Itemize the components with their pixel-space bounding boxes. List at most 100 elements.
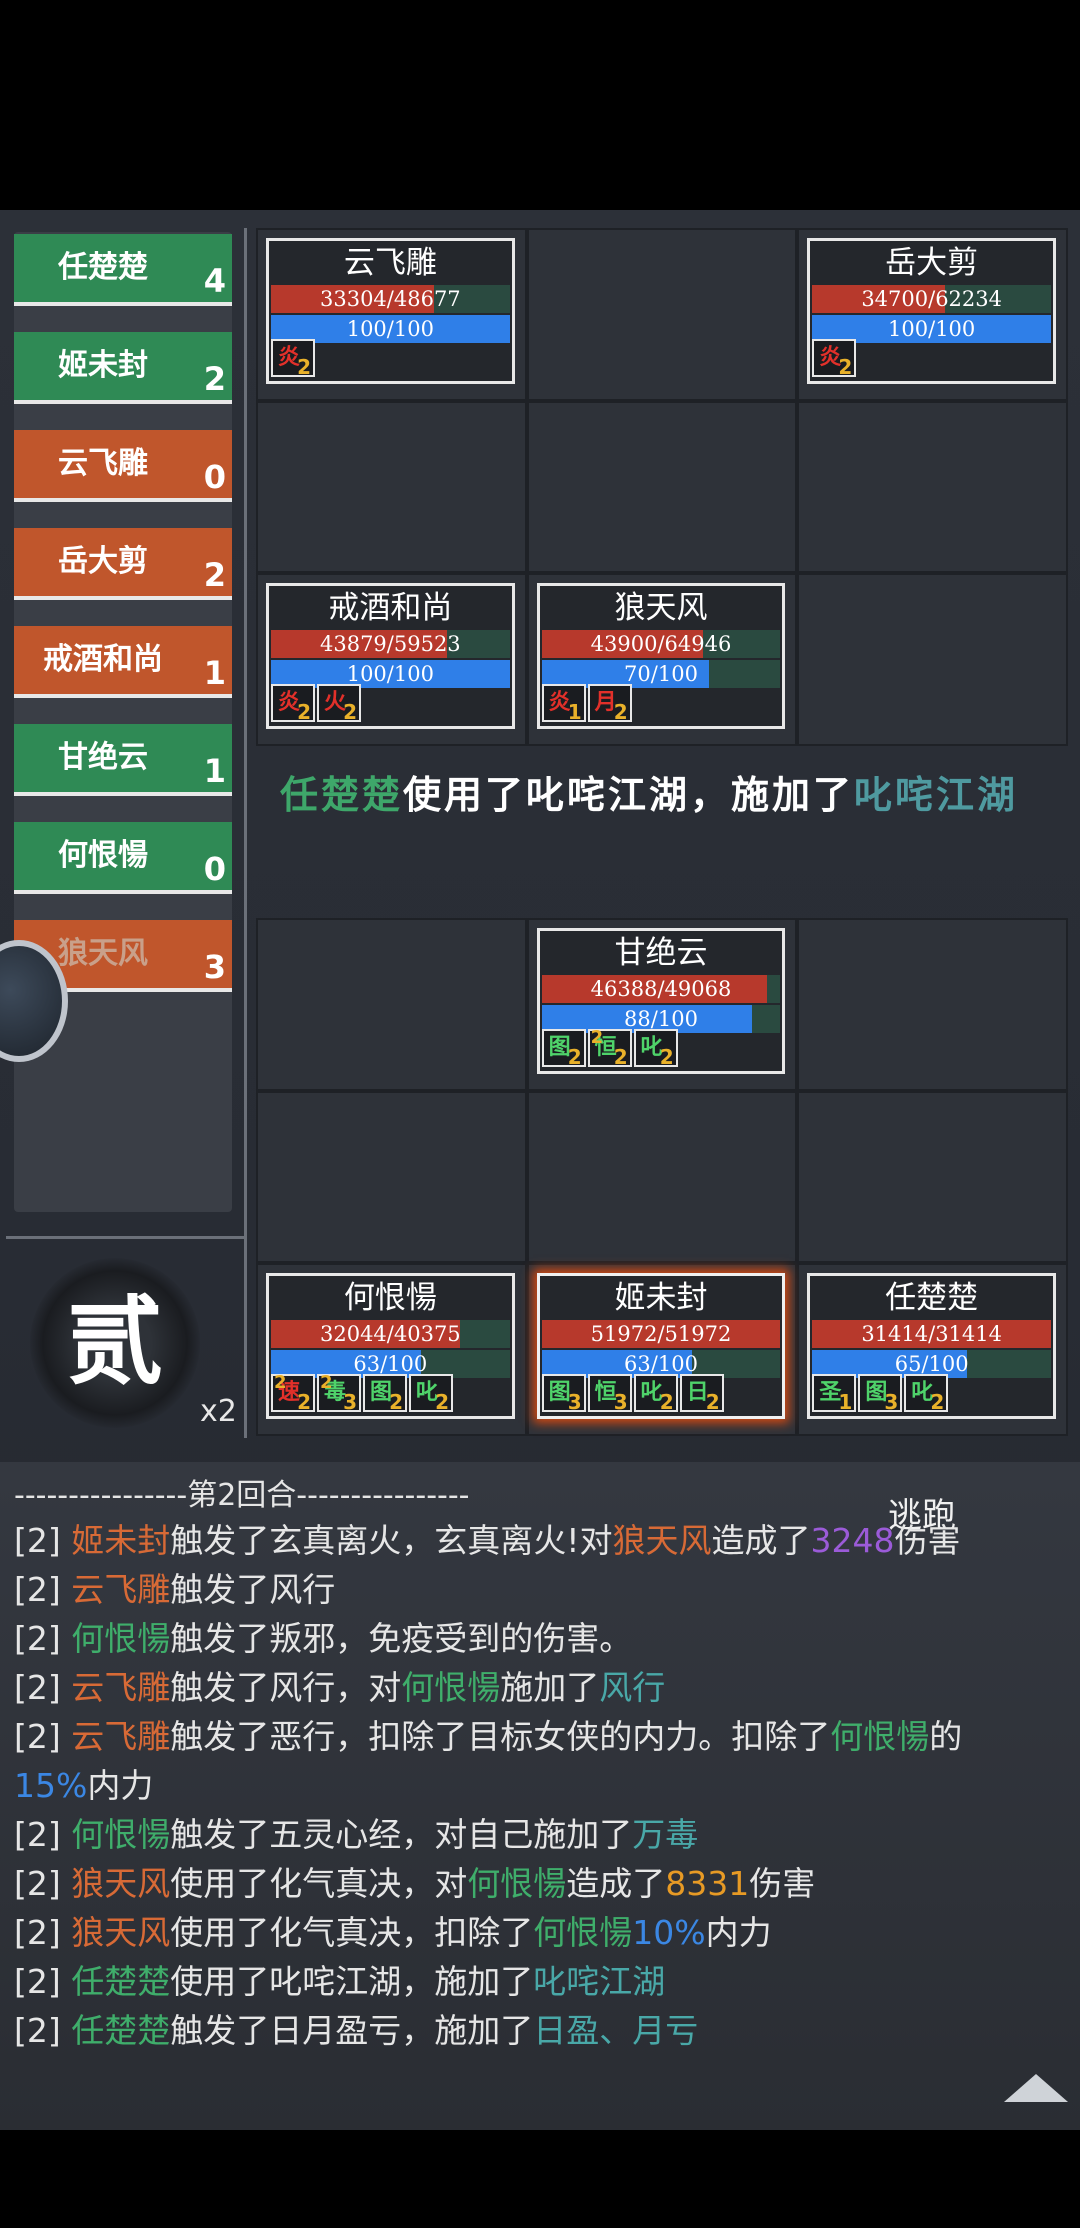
log-segment: 使用了化气真决，对 — [170, 1864, 468, 1903]
formation-slot[interactable]: 岳大剪 34700/62234 100/100 炎 2 — [799, 230, 1066, 399]
battle-speed-button[interactable]: x2 — [200, 1394, 237, 1429]
formation-slot[interactable] — [528, 1092, 796, 1262]
turn-order-item[interactable]: 甘绝云 1 — [14, 724, 232, 796]
formation-slot[interactable] — [258, 1092, 525, 1262]
log-segment: 任楚楚 — [71, 1962, 171, 2001]
buff-icon[interactable]: 叱2 — [904, 1374, 949, 1414]
unit-name: 戒酒和尚 — [328, 590, 453, 627]
log-segment: 狼天风 — [71, 1864, 171, 1903]
action-text: 使用了叱咤江湖，施加了 — [403, 772, 855, 817]
unit-name: 任楚楚 — [885, 1280, 979, 1317]
buff-icon[interactable]: 图3 — [541, 1374, 586, 1414]
log-segment: 何恨愓 — [71, 1619, 171, 1658]
buff-icon[interactable]: 炎1 — [541, 684, 586, 725]
formation-slot[interactable] — [258, 920, 525, 1089]
turn-count: 1 — [203, 654, 226, 692]
formation-slot[interactable]: 何恨愓 32044/40375 63/100 速 2 2 毒 3 2 图 2 叱 2 — [258, 1265, 525, 1434]
turn-name: 姬未封 — [58, 348, 148, 383]
buff-row: 图3恒3叱2日2 — [541, 1374, 724, 1414]
log-segment: [2] — [14, 1668, 72, 1707]
formation-slot[interactable] — [799, 575, 1066, 744]
unit-card[interactable]: 何恨愓 32044/40375 63/100 速 2 2 毒 3 2 图 2 叱 2 — [266, 1273, 515, 1420]
log-segment: 伤害 — [894, 1521, 961, 1560]
formation-slot[interactable]: 任楚楚 31414/31414 65/100 圣 1 图 3 叱 2 — [799, 1265, 1066, 1434]
formation-slot[interactable] — [528, 230, 796, 399]
turn-order-item[interactable]: 任楚楚 4 — [14, 234, 232, 306]
buff-icon[interactable]: 火2 — [317, 684, 361, 724]
unit-card[interactable]: 戒酒和尚 43879/59523 100/100 炎 2 火 2 — [266, 583, 515, 730]
buff-stacks: 3 — [343, 1390, 357, 1415]
hp-bar: 43900/64946 — [541, 630, 781, 659]
buff-icon[interactable]: 叱2 — [633, 1029, 678, 1069]
unit-card[interactable]: 狼天风 43900/64946 70/100 炎 1 月 2 — [536, 583, 786, 730]
buff-icon[interactable]: 叱2 — [633, 1374, 678, 1414]
unit-card[interactable]: 岳大剪 34700/62234 100/100 炎 2 — [807, 238, 1056, 384]
turn-name: 岳大剪 — [58, 544, 148, 579]
log-segment: 狼天风 — [71, 1913, 171, 1952]
unit-name: 甘绝云 — [614, 935, 708, 971]
turn-order-item[interactable]: 戒酒和尚 1 — [14, 626, 232, 698]
buff-icon[interactable]: 毒32 — [317, 1372, 361, 1415]
hp-value: 43879/59523 — [319, 632, 461, 657]
formation-slot[interactable]: 姬未封 51972/51972 63/100 图 3 恒 3 叱 2 日 2 — [528, 1265, 796, 1434]
turn-order-item[interactable]: 姬未封 2 — [14, 332, 232, 404]
buff-stacks: 2 — [838, 355, 853, 379]
formation-slot[interactable] — [799, 1092, 1066, 1262]
formation-slot[interactable] — [258, 402, 525, 572]
formation-slot[interactable] — [799, 402, 1066, 572]
unit-card[interactable]: 云飞雕 33304/48677 100/100 炎 2 — [266, 238, 515, 384]
unit-name: 何恨愓 — [343, 1280, 437, 1317]
buff-stacks: 2 — [435, 1390, 449, 1415]
turn-order-item[interactable]: 何恨愓 0 — [14, 822, 232, 894]
formation-slot[interactable]: 戒酒和尚 43879/59523 100/100 炎 2 火 2 — [258, 575, 525, 744]
buff-row: 圣1图3叱2 — [812, 1374, 949, 1415]
buff-icon[interactable]: 圣1 — [812, 1374, 857, 1415]
buff-icon[interactable]: 日2 — [679, 1374, 724, 1414]
buff-icon[interactable]: 炎2 — [812, 339, 857, 379]
buff-icon[interactable]: 恒3 — [587, 1374, 632, 1414]
log-segment: 何恨愓 — [467, 1864, 567, 1903]
buff-icon[interactable]: 炎2 — [271, 339, 315, 379]
formation-slot[interactable]: 甘绝云 46388/49068 88/100 图 2 恒 2 2 叱 2 — [528, 920, 796, 1089]
buff-level: 2 — [320, 1372, 333, 1394]
log-segment: [2] — [14, 1619, 72, 1658]
buff-icon[interactable]: 速22 — [271, 1372, 315, 1414]
log-segment: 何恨愓 — [71, 1815, 171, 1854]
buff-stacks: 2 — [297, 355, 311, 379]
log-segment: 叱咤江湖 — [533, 1962, 666, 2001]
formation-slot[interactable] — [528, 402, 796, 572]
buff-icon[interactable]: 叱2 — [409, 1374, 453, 1415]
unit-card[interactable]: 姬未封 51972/51972 63/100 图 3 恒 3 叱 2 日 2 — [536, 1273, 786, 1420]
log-line: [2] 任楚楚使用了叱咤江湖，施加了叱咤江湖 — [14, 1957, 1064, 2006]
log-segment: 云飞雕 — [71, 1717, 171, 1756]
buff-stacks: 1 — [838, 1390, 853, 1415]
log-segment: 云飞雕 — [71, 1668, 171, 1707]
buff-icon[interactable]: 炎2 — [271, 684, 315, 724]
log-line: [2] 云飞雕触发了风行，对何恨愓施加了风行 — [14, 1663, 1064, 1712]
formation-slot[interactable]: 狼天风 43900/64946 70/100 炎 1 月 2 — [528, 575, 796, 744]
expand-up-icon[interactable] — [1004, 2074, 1068, 2102]
hp-value: 43900/64946 — [590, 632, 732, 657]
buff-icon[interactable]: 月2 — [587, 684, 632, 724]
unit-card[interactable]: 甘绝云 46388/49068 88/100 图 2 恒 2 2 叱 2 — [536, 928, 786, 1074]
formation-slot[interactable]: 云飞雕 33304/48677 100/100 炎 2 — [258, 230, 525, 399]
buff-icon[interactable]: 图2 — [541, 1029, 586, 1069]
buff-stacks: 1 — [567, 700, 582, 725]
unit-card[interactable]: 任楚楚 31414/31414 65/100 圣 1 图 3 叱 2 — [807, 1273, 1056, 1420]
turn-order-item[interactable]: 云飞雕 0 — [14, 430, 232, 502]
hp-value: 31414/31414 — [861, 1322, 1002, 1347]
formation-slot[interactable] — [799, 920, 1066, 1089]
panel-divider — [244, 228, 247, 1438]
buff-icon[interactable]: 图3 — [858, 1374, 903, 1414]
buff-icon[interactable]: 图2 — [363, 1374, 407, 1414]
turn-order-item[interactable]: 岳大剪 2 — [14, 528, 232, 600]
buff-icon[interactable]: 恒22 — [587, 1027, 632, 1069]
hp-bar: 46388/49068 — [541, 975, 781, 1003]
log-segment: [2] — [14, 1913, 72, 1952]
turn-count: 0 — [203, 850, 226, 888]
hp-bar: 51972/51972 — [541, 1320, 781, 1349]
unit-name: 云飞雕 — [343, 245, 437, 281]
log-segment: [2] — [14, 1717, 72, 1756]
hp-value: 33304/48677 — [319, 287, 461, 311]
log-segment: 触发了玄真离火，玄真离火!对 — [170, 1521, 613, 1560]
